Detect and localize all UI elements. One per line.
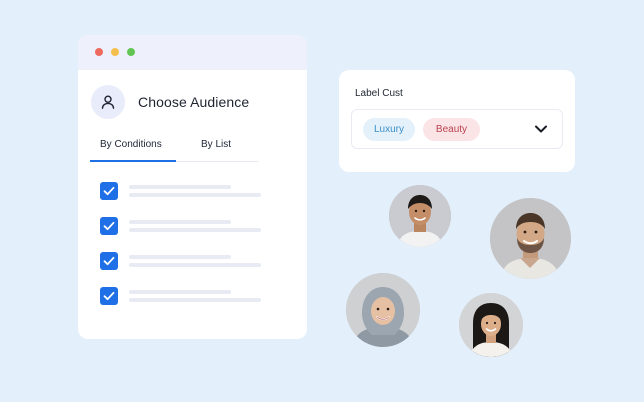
- condition-checkbox[interactable]: [100, 287, 118, 305]
- woman-hijab-portrait: [346, 273, 420, 347]
- audience-header: Choose Audience: [91, 85, 249, 119]
- list-item: [100, 182, 270, 217]
- list-item: [100, 217, 270, 252]
- minimize-dot[interactable]: [111, 48, 119, 56]
- maximize-dot[interactable]: [127, 48, 135, 56]
- check-icon: [103, 256, 115, 266]
- placeholder-line: [129, 298, 261, 302]
- placeholder-line: [129, 193, 261, 197]
- label-card: Label Cust Luxury Beauty: [339, 70, 575, 172]
- close-dot[interactable]: [95, 48, 103, 56]
- window-titlebar: [78, 35, 307, 70]
- tab-by-conditions[interactable]: By Conditions: [100, 139, 162, 150]
- tag-luxury[interactable]: Luxury: [363, 118, 415, 141]
- bearded-man-portrait: [490, 198, 571, 279]
- placeholder-line: [129, 185, 231, 189]
- label-cust-heading: Label Cust: [355, 88, 403, 99]
- chevron-down-icon[interactable]: [534, 124, 548, 134]
- placeholder-line: [129, 263, 261, 267]
- user-icon: [91, 85, 125, 119]
- condition-checkbox[interactable]: [100, 182, 118, 200]
- placeholder-line: [129, 228, 261, 232]
- placeholder-line: [129, 290, 231, 294]
- stage: Choose Audience By Conditions By List La…: [0, 0, 644, 402]
- active-tab-indicator: [90, 160, 176, 162]
- check-icon: [103, 221, 115, 231]
- list-item: [100, 287, 270, 322]
- audience-tabs: By Conditions By List: [90, 135, 258, 163]
- audience-card: Choose Audience By Conditions By List: [78, 35, 307, 339]
- placeholder-line: [129, 220, 231, 224]
- tab-divider: [176, 161, 258, 162]
- tag-beauty[interactable]: Beauty: [423, 118, 480, 141]
- condition-list: [100, 182, 270, 322]
- young-woman-portrait: [459, 293, 523, 357]
- condition-checkbox[interactable]: [100, 252, 118, 270]
- check-icon: [103, 291, 115, 301]
- young-man-portrait: [389, 185, 451, 247]
- placeholder-line: [129, 255, 231, 259]
- check-icon: [103, 186, 115, 196]
- audience-title: Choose Audience: [138, 94, 250, 110]
- label-select[interactable]: Luxury Beauty: [351, 109, 563, 149]
- tab-by-list[interactable]: By List: [201, 139, 231, 150]
- list-item: [100, 252, 270, 287]
- condition-checkbox[interactable]: [100, 217, 118, 235]
